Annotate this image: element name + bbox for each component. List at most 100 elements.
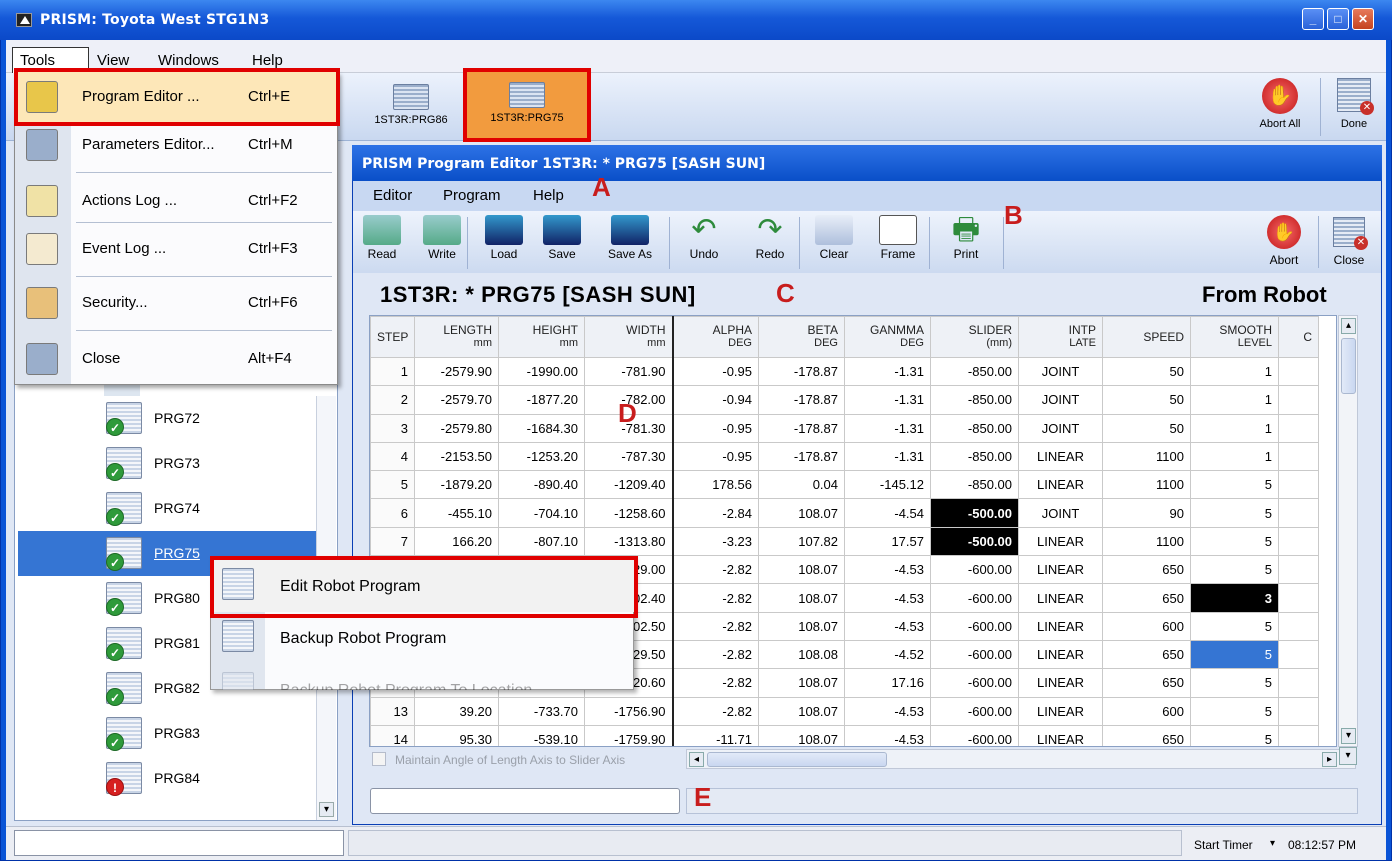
cell-slider[interactable]: -600.00 bbox=[930, 555, 1019, 585]
tree-item-prg73[interactable]: ✓ PRG73 bbox=[18, 441, 316, 486]
close-window-icon[interactable]: ✕ bbox=[1352, 8, 1374, 30]
column-header-step[interactable]: STEP bbox=[370, 316, 415, 358]
cell-alpha[interactable]: 178.56 bbox=[672, 470, 759, 500]
cell-speed[interactable]: 1100 bbox=[1102, 470, 1191, 500]
cell-slider[interactable]: -850.00 bbox=[930, 441, 1019, 472]
cell-smooth[interactable]: 5 bbox=[1190, 611, 1279, 641]
cell-step[interactable]: 14 bbox=[370, 724, 415, 746]
tree-item-prg83[interactable]: ✓ PRG83 bbox=[18, 711, 316, 756]
cell-height[interactable]: -539.10 bbox=[498, 724, 585, 746]
cell-ganmma[interactable]: -1.31 bbox=[844, 413, 931, 443]
abort-button[interactable]: ✋ Abort bbox=[1256, 215, 1312, 267]
tools-menu-item-2[interactable]: Actions Log ... Ctrl+F2 bbox=[14, 176, 336, 226]
tree-item-prg84[interactable]: ! PRG84 bbox=[18, 756, 316, 801]
cell-slider[interactable]: -850.00 bbox=[930, 356, 1019, 387]
abort-all-button[interactable]: ✋ Abort All bbox=[1248, 78, 1312, 130]
cell-speed[interactable]: 50 bbox=[1102, 385, 1191, 415]
cell-ganmma[interactable]: 17.57 bbox=[844, 526, 931, 557]
table-row[interactable]: 7 166.20 -807.10 -1313.80 -3.23 107.82 17.57 -5… bbox=[370, 526, 1319, 557]
save-button[interactable]: Save bbox=[539, 215, 585, 261]
frame-button[interactable]: Frame bbox=[875, 215, 921, 261]
cell-beta[interactable]: 108.07 bbox=[758, 498, 845, 528]
cell-speed[interactable]: 600 bbox=[1102, 611, 1191, 641]
cell-alpha[interactable]: -2.82 bbox=[672, 555, 759, 585]
table-row[interactable]: 3 -2579.80 -1684.30 -781.30 -0.95 -178.87 -1.3… bbox=[370, 413, 1319, 443]
cell-smooth[interactable]: 1 bbox=[1190, 356, 1279, 387]
scroll-right-icon[interactable]: ▸ bbox=[1322, 752, 1337, 767]
cell-speed[interactable]: 650 bbox=[1102, 639, 1191, 670]
step-edit-field[interactable] bbox=[370, 788, 680, 814]
cell-c[interactable] bbox=[1278, 498, 1319, 528]
cell-smooth[interactable]: 1 bbox=[1190, 441, 1279, 472]
cell-intp[interactable]: LINEAR bbox=[1018, 470, 1103, 500]
cell-width[interactable]: -1756.90 bbox=[584, 696, 674, 726]
cell-width[interactable]: -1313.80 bbox=[584, 526, 674, 557]
undo-button[interactable]: ↶ Undo bbox=[681, 215, 727, 262]
load-button[interactable]: Load bbox=[481, 215, 527, 261]
maximize-icon[interactable]: □ bbox=[1327, 8, 1349, 30]
tools-menu-item-3[interactable]: Event Log ... Ctrl+F3 bbox=[14, 224, 336, 274]
grid-vertical-scrollbar[interactable]: ▴ ▾ bbox=[1338, 315, 1358, 747]
table-row[interactable]: 4 -2153.50 -1253.20 -787.30 -0.95 -178.87 -1.3… bbox=[370, 441, 1319, 472]
cell-smooth[interactable]: 5 bbox=[1190, 668, 1279, 698]
cell-smooth[interactable]: 5 bbox=[1190, 470, 1279, 500]
cell-alpha[interactable]: -0.95 bbox=[672, 413, 759, 443]
cell-step[interactable]: 5 bbox=[370, 470, 415, 500]
cell-length[interactable]: 39.20 bbox=[414, 696, 499, 726]
cell-c[interactable] bbox=[1278, 356, 1319, 387]
vertical-scroll-thumb[interactable] bbox=[1341, 338, 1356, 394]
redo-button[interactable]: ↷ Redo bbox=[747, 215, 793, 262]
read-button[interactable]: Read bbox=[359, 215, 405, 261]
cell-beta[interactable]: -178.87 bbox=[758, 385, 845, 415]
cell-step[interactable]: 2 bbox=[370, 385, 415, 415]
cell-height[interactable]: -807.10 bbox=[498, 526, 585, 557]
scroll-up-icon[interactable]: ▴ bbox=[1341, 318, 1356, 334]
cell-length[interactable]: -455.10 bbox=[414, 498, 499, 528]
cell-length[interactable]: 166.20 bbox=[414, 526, 499, 557]
table-row[interactable]: 14 95.30 -539.10 -1759.90 -11.71 108.07 -4.53-… bbox=[370, 724, 1319, 746]
grid-horizontal-scrollbar[interactable]: ◂ ▸ bbox=[686, 749, 1356, 769]
open-program-tab-prg75[interactable]: 1ST3R:PRG75 bbox=[463, 68, 591, 142]
cell-slider[interactable]: -600.00 bbox=[930, 583, 1019, 613]
cell-beta[interactable]: 108.07 bbox=[758, 668, 845, 698]
table-row[interactable]: 5 -1879.20 -890.40 -1209.40 178.56 0.04 -145.1… bbox=[370, 470, 1319, 500]
cell-c[interactable] bbox=[1278, 470, 1319, 500]
cell-slider[interactable]: -600.00 bbox=[930, 668, 1019, 698]
table-row[interactable]: 13 39.20 -733.70 -1756.90 -2.82 108.07 -4.53 -6… bbox=[370, 696, 1319, 726]
scroll-left-icon[interactable]: ◂ bbox=[689, 752, 704, 767]
cell-smooth[interactable]: 5 bbox=[1190, 526, 1279, 557]
cell-beta[interactable]: 108.07 bbox=[758, 724, 845, 746]
cell-alpha[interactable]: -0.94 bbox=[672, 385, 759, 415]
cell-alpha[interactable]: -2.82 bbox=[672, 611, 759, 641]
cell-smooth[interactable]: 5 bbox=[1190, 639, 1279, 670]
cell-intp[interactable]: LINEAR bbox=[1018, 526, 1103, 557]
cell-c[interactable] bbox=[1278, 724, 1319, 746]
minimize-icon[interactable]: _ bbox=[1302, 8, 1324, 30]
cell-smooth[interactable]: 1 bbox=[1190, 413, 1279, 443]
cell-step[interactable]: 4 bbox=[370, 441, 415, 472]
cell-ganmma[interactable]: -4.52 bbox=[844, 639, 931, 670]
column-header-height[interactable]: HEIGHT mm bbox=[498, 316, 585, 358]
cell-beta[interactable]: 108.07 bbox=[758, 555, 845, 585]
column-header-c[interactable]: C bbox=[1278, 316, 1319, 358]
cell-beta[interactable]: -178.87 bbox=[758, 441, 845, 472]
cell-speed[interactable]: 650 bbox=[1102, 555, 1191, 585]
column-header-speed[interactable]: SPEED bbox=[1102, 316, 1191, 358]
cell-alpha[interactable]: -2.84 bbox=[672, 498, 759, 528]
cell-length[interactable]: -2579.70 bbox=[414, 385, 499, 415]
menu-help[interactable]: Help bbox=[252, 52, 283, 69]
cell-step[interactable]: 7 bbox=[370, 526, 415, 557]
tree-item-prg74[interactable]: ✓ PRG74 bbox=[18, 486, 316, 531]
cell-speed[interactable]: 650 bbox=[1102, 724, 1191, 746]
cell-width[interactable]: -787.30 bbox=[584, 441, 674, 472]
cell-c[interactable] bbox=[1278, 441, 1319, 472]
cell-alpha[interactable]: -2.82 bbox=[672, 639, 759, 670]
cell-ganmma[interactable]: -4.54 bbox=[844, 498, 931, 528]
cell-slider[interactable]: -600.00 bbox=[930, 639, 1019, 670]
cell-height[interactable]: -890.40 bbox=[498, 470, 585, 500]
context-item-backup-robot-program[interactable]: Backup Robot Program bbox=[210, 612, 634, 664]
print-button[interactable]: 🖶 Print bbox=[943, 215, 989, 262]
tools-menu-item-4[interactable]: Security... Ctrl+F6 bbox=[14, 278, 336, 328]
tree-item-prg72[interactable]: ✓ PRG72 bbox=[18, 396, 316, 441]
dropdown-arrow-icon[interactable]: ▾ bbox=[1270, 838, 1275, 849]
